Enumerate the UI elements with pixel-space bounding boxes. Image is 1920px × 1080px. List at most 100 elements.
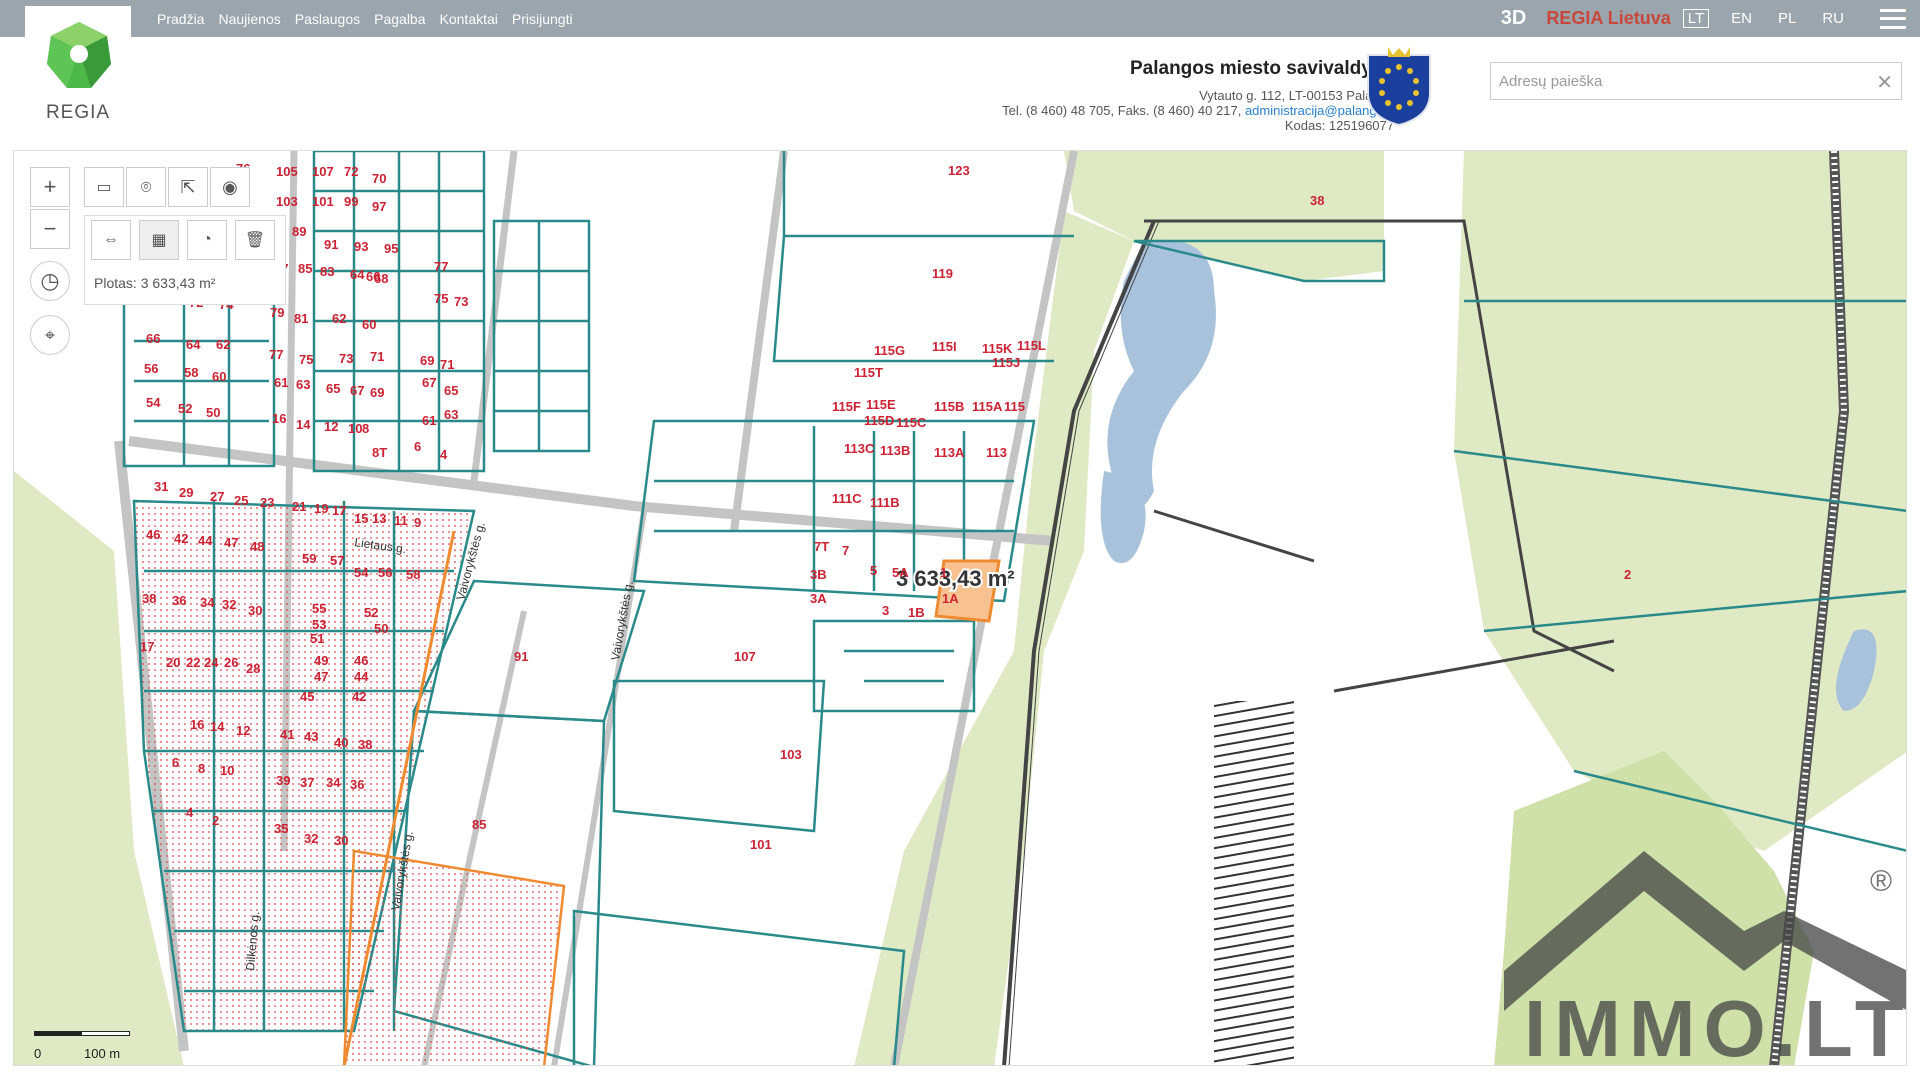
parcel-label: 113B xyxy=(880,443,910,458)
parcel-label: 13 xyxy=(372,511,386,526)
parcel-label: 10 xyxy=(348,421,362,436)
parcel-label: 14 xyxy=(210,719,225,734)
target-icon[interactable]: ◉ xyxy=(210,167,250,207)
lang-ru[interactable]: RU xyxy=(1818,10,1848,27)
cadastre-map[interactable]: IMMO.LT ® 3 633,43 m² Lietaus g. Vaivory… xyxy=(14,151,1907,1066)
parcel-label: 8 xyxy=(198,761,205,776)
parcel-label: 81 xyxy=(294,311,308,326)
parcel-label: 30 xyxy=(334,833,348,848)
parcel-label: 36 xyxy=(172,593,186,608)
parcel-label: 17 xyxy=(140,639,154,654)
parcel-label: 30 xyxy=(248,603,262,618)
parcel-label: 75 xyxy=(299,352,313,367)
zoom-out-button[interactable]: − xyxy=(30,209,70,249)
clear-search-icon[interactable]: ✕ xyxy=(1876,70,1893,95)
parcel-label: 95 xyxy=(384,241,398,256)
parcel-label: 1B xyxy=(908,605,925,620)
parcel-label: 105 xyxy=(276,164,298,179)
parcel-label: 14 xyxy=(296,417,311,432)
nav-contacts[interactable]: Kontaktai xyxy=(440,11,498,27)
parcel-label: 4 xyxy=(186,805,194,820)
parcel-label: 19 xyxy=(314,501,328,516)
nav-news[interactable]: Naujienos xyxy=(218,11,280,27)
parcel-label: 97 xyxy=(372,199,386,214)
locate-icon[interactable]: ⌖ xyxy=(30,315,70,355)
parcel-label: 29 xyxy=(179,485,193,500)
nav-services[interactable]: Paslaugos xyxy=(295,11,360,27)
parcel-label: 44 xyxy=(354,669,369,684)
trash-icon[interactable]: 🗑 xyxy=(235,220,275,260)
parcel-label: 66 xyxy=(146,331,160,346)
parcel-label: 20 xyxy=(166,655,180,670)
measure-area-icon[interactable]: ▦ xyxy=(139,220,179,260)
parcel-label: 37 xyxy=(300,775,314,790)
lake xyxy=(1107,239,1216,509)
parcel-label: 41 xyxy=(280,727,294,742)
parcel-label: 38 xyxy=(142,591,156,606)
parcel-label: 91 xyxy=(324,237,338,252)
3d-button[interactable]: 3D xyxy=(1501,7,1527,30)
parcel-label: 115A xyxy=(972,399,1003,414)
watermark-text: IMMO.LT xyxy=(1524,984,1907,1066)
parcel-label: 16 xyxy=(272,411,286,426)
parcel-label: 111C xyxy=(832,491,862,506)
parcel-label: 119 xyxy=(932,266,953,281)
parcel-label: 59 xyxy=(302,551,316,566)
parcel-label: 111B xyxy=(870,495,900,510)
zoom-in-button[interactable]: + xyxy=(30,167,70,207)
parcel-label: 24 xyxy=(204,655,219,670)
regia-lietuva-link[interactable]: REGIA Lietuva xyxy=(1546,8,1670,29)
parcel-label: 57 xyxy=(330,553,344,568)
parcel-label: 53 xyxy=(312,617,326,632)
lang-lt[interactable]: LT xyxy=(1682,9,1710,28)
address-search-input[interactable] xyxy=(1491,63,1861,99)
parcel-label: 115J xyxy=(992,355,1020,370)
map-pin-icon[interactable]: ⌾ xyxy=(126,167,166,207)
parcel-label: 5A xyxy=(892,565,909,580)
measure-length-icon[interactable]: ⇔ xyxy=(91,220,131,260)
parcel-label: 21 xyxy=(292,499,306,514)
map-canvas[interactable]: IMMO.LT ® 3 633,43 m² Lietaus g. Vaivory… xyxy=(13,150,1907,1066)
parcel-label: 34 xyxy=(326,775,341,790)
parcel-label: 68 xyxy=(374,271,388,286)
nav-home[interactable]: Pradžia xyxy=(157,11,204,27)
measure-radius-icon[interactable]: ◔ xyxy=(187,220,227,260)
parcel-label: 44 xyxy=(198,533,213,548)
parcel-label: 52 xyxy=(364,605,378,620)
nav-help[interactable]: Pagalba xyxy=(374,11,425,27)
parcel-label: 23 xyxy=(260,495,274,510)
parcel-label: 67 xyxy=(350,383,364,398)
municipality-address: Vytauto g. 112, LT-00153 Palanga xyxy=(1199,88,1394,103)
parcel-label: 75 xyxy=(434,291,448,306)
lang-pl[interactable]: PL xyxy=(1774,10,1800,27)
parcel-label: 71 xyxy=(440,357,454,372)
parcel-label: 62 xyxy=(216,337,230,352)
lang-en[interactable]: EN xyxy=(1727,10,1756,27)
parcel-label: 35 xyxy=(274,821,288,836)
nav-login[interactable]: Prisijungti xyxy=(512,11,573,27)
coat-of-arms-icon xyxy=(1367,47,1431,127)
parcel-label: 77 xyxy=(269,347,283,362)
measure-ruler-icon[interactable]: ▭ xyxy=(84,167,124,207)
parcel-label: 38 xyxy=(1310,193,1324,208)
history-icon[interactable]: ◷ xyxy=(30,261,70,301)
parcel-label: 89 xyxy=(292,224,306,239)
parcel-label: 115I xyxy=(932,339,957,354)
parcel-label: 38 xyxy=(358,737,372,752)
registered-mark: ® xyxy=(1870,865,1892,898)
parcel-label: 93 xyxy=(354,239,368,254)
parcel-label: 32 xyxy=(222,597,236,612)
parcel-label: 107 xyxy=(312,164,334,179)
parcel-label: 91 xyxy=(514,649,528,664)
share-icon[interactable]: ⇱ xyxy=(168,167,208,207)
right-nav: 3D REGIA Lietuva LT EN PL RU xyxy=(1501,0,1920,37)
hamburger-menu-icon[interactable] xyxy=(1880,8,1906,29)
scale-bar xyxy=(34,1031,130,1036)
highlighted-parcel-85[interactable] xyxy=(342,849,566,1066)
parcel-label: 72 xyxy=(344,164,358,179)
municipality-code: Kodas: 125196077 xyxy=(1284,118,1394,133)
parcel-label: 22 xyxy=(186,655,200,670)
address-search: ✕ xyxy=(1490,62,1902,100)
parcel-label: 115C xyxy=(896,415,927,430)
parcel-label: 7 xyxy=(842,543,849,558)
